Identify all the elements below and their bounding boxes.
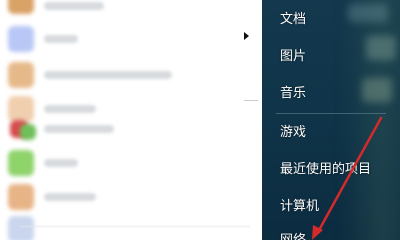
program-label <box>44 159 78 167</box>
program-item[interactable] <box>0 180 262 214</box>
background-blur <box>362 78 392 102</box>
program-label <box>44 193 96 201</box>
submenu-arrow-icon[interactable] <box>244 32 249 40</box>
separator <box>244 100 258 101</box>
program-item[interactable] <box>0 112 262 146</box>
menu-item-games[interactable]: 游戏 <box>280 123 306 143</box>
program-label <box>44 2 104 10</box>
menu-separator <box>276 113 386 114</box>
program-icon <box>8 0 34 14</box>
program-icon <box>8 62 34 88</box>
menu-item-network[interactable]: 网络 <box>280 231 306 240</box>
program-label <box>44 35 78 43</box>
program-label <box>44 71 172 79</box>
background-blur <box>366 36 396 60</box>
menu-item-music[interactable]: 音乐 <box>280 84 306 104</box>
program-icon <box>8 150 34 176</box>
menu-item-pictures[interactable]: 图片 <box>280 47 306 67</box>
program-item[interactable] <box>0 146 262 180</box>
background-blur <box>348 4 388 22</box>
menu-item-recent-items[interactable]: 最近使用的项目 <box>280 160 371 180</box>
places-panel: 文档 图片 音乐 游戏 最近使用的项目 计算机 网络 <box>262 0 400 240</box>
program-icon <box>8 216 34 240</box>
program-label <box>44 125 114 133</box>
menu-item-documents[interactable]: 文档 <box>280 10 306 30</box>
program-item[interactable] <box>0 22 262 56</box>
program-icon <box>8 184 34 210</box>
divider <box>20 226 250 227</box>
menu-item-computer[interactable]: 计算机 <box>280 197 319 217</box>
program-item[interactable] <box>0 58 262 92</box>
program-icon <box>8 26 34 52</box>
program-list <box>0 0 262 240</box>
program-icon <box>20 124 36 140</box>
